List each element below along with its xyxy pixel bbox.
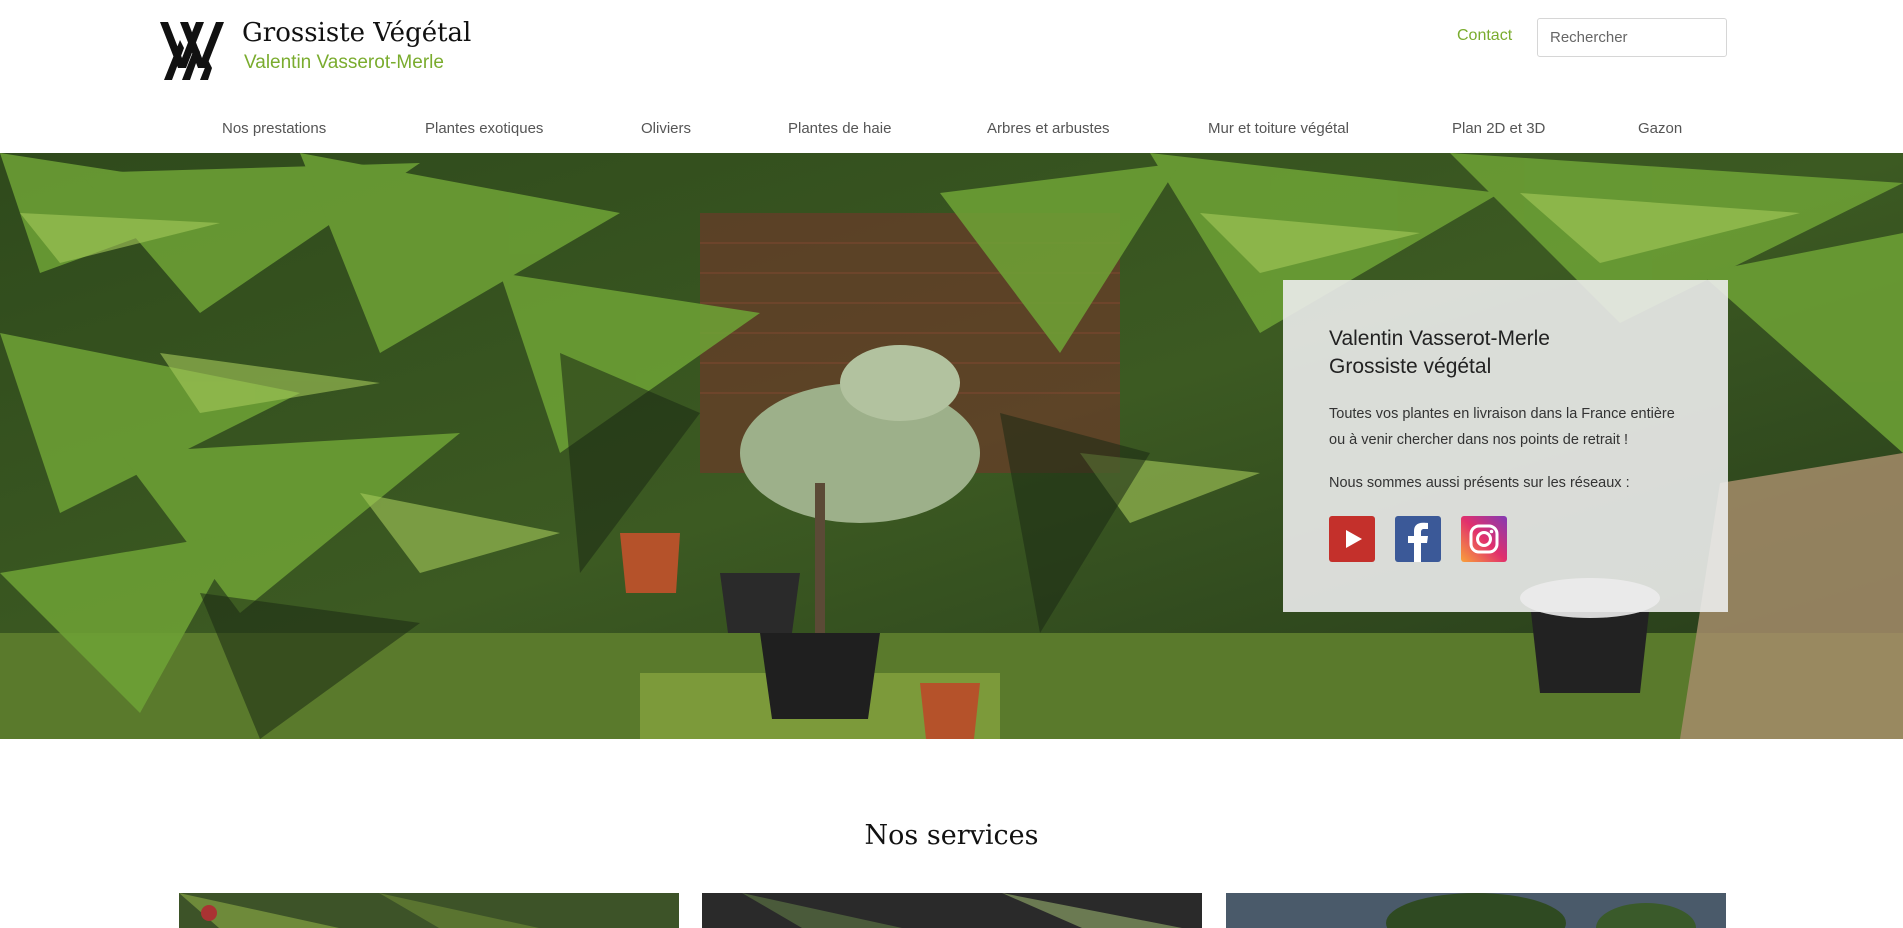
nav-item-arbres-et-arbustes[interactable]: Arbres et arbustes — [987, 120, 1110, 137]
nav-item-nos-prestations[interactable]: Nos prestations — [222, 120, 326, 137]
brand-title: Grossiste Végétal — [242, 18, 472, 48]
vvm-monogram-icon — [160, 22, 224, 80]
nav-item-plantes-de-haie[interactable]: Plantes de haie — [788, 120, 891, 137]
hero-info-box: Valentin Vasserot-Merle Grossiste végéta… — [1283, 280, 1728, 612]
nav-item-mur-et-toiture[interactable]: Mur et toiture végétal — [1208, 120, 1349, 137]
services-title: Nos services — [864, 820, 1039, 851]
facebook-icon[interactable] — [1395, 516, 1441, 562]
hero-description-line2: ou à venir chercher dans nos points de r… — [1329, 432, 1629, 448]
service-card-image-3 — [1226, 893, 1726, 928]
social-links — [1329, 516, 1682, 562]
service-card-2[interactable] — [702, 893, 1202, 928]
hero-title-line1: Valentin Vasserot-Merle — [1329, 327, 1550, 350]
brand-subtitle: Valentin Vasserot-Merle — [244, 52, 444, 73]
search-input[interactable] — [1537, 18, 1727, 57]
site-logo[interactable]: Grossiste Végétal Valentin Vasserot-Merl… — [160, 18, 471, 82]
nav-item-gazon[interactable]: Gazon — [1638, 120, 1682, 137]
main-nav: Nos prestations Plantes exotiques Olivie… — [160, 115, 1727, 143]
hero-banner: Valentin Vasserot-Merle Grossiste végéta… — [0, 153, 1903, 739]
nav-item-oliviers[interactable]: Oliviers — [641, 120, 691, 137]
contact-link[interactable]: Contact — [1457, 27, 1512, 45]
youtube-icon[interactable] — [1329, 516, 1375, 562]
hero-title-line2: Grossiste végétal — [1329, 355, 1492, 378]
instagram-icon[interactable] — [1461, 516, 1507, 562]
service-card-1[interactable] — [179, 893, 679, 928]
hero-networks-text: Nous sommes aussi présents sur les résea… — [1329, 475, 1630, 491]
nav-item-plan-2d-3d[interactable]: Plan 2D et 3D — [1452, 120, 1545, 137]
site-header: Grossiste Végétal Valentin Vasserot-Merl… — [0, 0, 1903, 153]
nav-item-plantes-exotiques[interactable]: Plantes exotiques — [425, 120, 543, 137]
service-card-image-1 — [179, 893, 679, 928]
service-card-image-2 — [702, 893, 1202, 928]
service-card-3[interactable] — [1226, 893, 1726, 928]
hero-description: Toutes vos plantes en livraison dans la … — [1329, 401, 1682, 453]
hero-description-line1: Toutes vos plantes en livraison dans la … — [1329, 406, 1675, 422]
hero-title: Valentin Vasserot-Merle Grossiste végéta… — [1329, 325, 1682, 381]
